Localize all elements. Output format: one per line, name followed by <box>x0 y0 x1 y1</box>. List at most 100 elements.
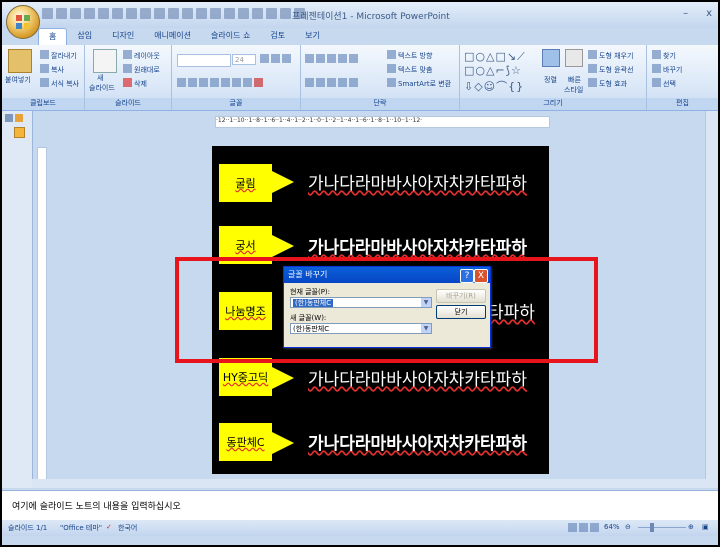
indent-icon[interactable] <box>168 8 179 19</box>
slide-thumb-icon[interactable] <box>14 127 25 138</box>
shapes-gallery[interactable]: □○△□↘⟋ <box>464 50 526 64</box>
cut-button[interactable]: 잘라내기 <box>40 50 77 61</box>
spellcheck-icon[interactable]: ✓ <box>106 523 112 531</box>
dialog-help-button[interactable]: ? <box>460 269 474 283</box>
font-color-icon[interactable] <box>252 8 263 19</box>
arrange-button[interactable]: 정렬 <box>544 75 557 85</box>
tab-view[interactable]: 보기 <box>295 28 330 46</box>
quick-styles-label-2[interactable]: 스타일 <box>564 85 583 95</box>
font-sample-5[interactable]: 가나다라마바사아자차카타파하 <box>308 429 527 454</box>
spacing-icon[interactable] <box>266 8 277 19</box>
new-font-select[interactable]: (한)동판체C ▼ <box>290 323 432 334</box>
save-icon[interactable] <box>42 8 53 19</box>
font-label-box-4[interactable]: HY중고딕 <box>219 358 272 396</box>
font-sample-2[interactable]: 가나다라마바사아자차카타파하 <box>308 233 527 258</box>
new-slide-label-2[interactable]: 슬라이드 <box>89 83 115 93</box>
slide-counter: 슬라이드 1/1 <box>8 524 48 532</box>
tab-design[interactable]: 디자인 <box>102 28 144 46</box>
columns-icon <box>349 78 358 87</box>
tab-animations[interactable]: 애니메이션 <box>144 28 201 46</box>
align-right-icon[interactable] <box>126 8 137 19</box>
grow-font-icon[interactable] <box>260 54 293 64</box>
font-label-box-5[interactable]: 동판체C <box>219 423 272 461</box>
minimize-button[interactable]: – <box>683 8 688 19</box>
office-button[interactable] <box>6 5 40 39</box>
select-button[interactable]: 선택 <box>652 78 676 89</box>
bold-icon[interactable] <box>84 8 95 19</box>
fill-icon[interactable] <box>238 8 249 19</box>
shape-outline-button[interactable]: 도형 윤곽선 <box>588 64 633 75</box>
close-button[interactable]: x <box>706 8 712 19</box>
copy-button[interactable]: 복사 <box>40 64 64 75</box>
quick-styles-label-1[interactable]: 빠른 <box>568 75 581 85</box>
tab-slide-show[interactable]: 슬라이드 쇼 <box>201 28 260 46</box>
vertical-scrollbar[interactable] <box>705 111 718 488</box>
delete-button[interactable]: 삭제 <box>123 78 147 89</box>
paste-icon[interactable] <box>8 49 32 73</box>
smartart-button[interactable]: SmartArt로 변환 <box>387 78 451 89</box>
chevron-down-icon[interactable]: ▼ <box>421 324 431 333</box>
reset-button[interactable]: 원래대로 <box>123 64 160 75</box>
align-buttons[interactable] <box>305 78 360 88</box>
zoom-slider[interactable] <box>638 527 686 528</box>
brush-icon <box>40 78 49 87</box>
replace-font-button[interactable]: 바꾸기(R) <box>436 289 486 303</box>
align-center-icon[interactable] <box>112 8 123 19</box>
new-slide-icon[interactable] <box>93 49 117 73</box>
shapes-gallery-row2[interactable]: □○△⌐⟆☆ <box>464 64 522 77</box>
tab-insert[interactable]: 삽입 <box>67 28 102 46</box>
text-direction-icon <box>387 50 396 59</box>
tab-review[interactable]: 검토 <box>260 28 295 46</box>
find-button[interactable]: 찾기 <box>652 50 676 61</box>
fit-window-icon[interactable]: ▣ <box>702 523 709 531</box>
line-icon[interactable] <box>210 8 221 19</box>
align-left-icon[interactable] <box>98 8 109 19</box>
layout-button[interactable]: 레이아웃 <box>123 50 160 61</box>
redo-icon[interactable] <box>70 8 81 19</box>
list-buttons[interactable] <box>305 54 360 64</box>
undo-icon[interactable] <box>56 8 67 19</box>
quick-styles-icon[interactable] <box>565 49 583 67</box>
zoom-level[interactable]: 64% <box>604 523 620 531</box>
shapes-gallery-row3[interactable]: ⇩◇☺⌒{} <box>464 78 524 94</box>
numbering-icon[interactable] <box>154 8 165 19</box>
horizontal-scrollbar[interactable] <box>32 479 718 488</box>
format-painter-button[interactable]: 서식 복사 <box>40 78 79 89</box>
font-sample-4[interactable]: 가나다라마바사아자차카타파하 <box>308 365 527 390</box>
bullets-icon[interactable] <box>140 8 151 19</box>
notes-pane[interactable]: 여기에 슬라이드 노트의 내용을 입력하십시오 <box>2 490 718 521</box>
text-direction-button[interactable]: 텍스트 방향 <box>387 50 432 61</box>
font-label-box-1[interactable]: 굴림 <box>219 164 272 202</box>
font-format-buttons[interactable] <box>177 78 265 88</box>
dialog-close-action-button[interactable]: 닫기 <box>436 305 486 319</box>
font-size-dropdown[interactable]: 24 <box>232 54 256 65</box>
zoom-out-icon[interactable]: ⊖ <box>625 523 631 531</box>
shape-effects-button[interactable]: 도형 효과 <box>588 78 627 89</box>
replace-button[interactable]: 바꾸기 <box>652 64 682 75</box>
paste-button[interactable]: 붙여넣기 <box>5 75 31 85</box>
new-slide-label-1[interactable]: 새 <box>97 73 103 83</box>
text-box-icon[interactable] <box>196 8 207 19</box>
shape-fill-button[interactable]: 도형 채우기 <box>588 50 633 61</box>
group-clipboard: 붙여넣기 잘라내기 복사 서식 복사 클립보드 <box>2 45 85 110</box>
font-name-dropdown[interactable] <box>177 54 231 67</box>
slide-thumbnail-pane[interactable] <box>2 111 33 488</box>
shapes-icon[interactable] <box>182 8 193 19</box>
zoom-slider-thumb[interactable] <box>650 523 654 532</box>
font-sample-1[interactable]: 가나다라마바사아자차카타파하 <box>308 169 527 194</box>
effects-icon[interactable] <box>280 8 291 19</box>
tab-home[interactable]: 홈 <box>38 28 68 46</box>
outline-tab-icon[interactable] <box>5 114 13 122</box>
slides-tab-icon[interactable] <box>15 114 23 122</box>
justify-icon <box>338 78 347 87</box>
picture-icon[interactable] <box>224 8 235 19</box>
notes-placeholder[interactable]: 여기에 슬라이드 노트의 내용을 입력하십시오 <box>12 499 181 512</box>
align-text-button[interactable]: 텍스트 맞춤 <box>387 64 432 75</box>
arrange-icon[interactable] <box>542 49 560 67</box>
current-font-select[interactable]: (한)동판체C ▼ <box>290 297 432 308</box>
zoom-in-icon[interactable]: ⊕ <box>688 523 694 531</box>
language-indicator[interactable]: 한국어 <box>118 523 137 533</box>
view-buttons[interactable] <box>568 523 601 533</box>
chevron-down-icon[interactable]: ▼ <box>421 298 431 307</box>
dialog-close-button[interactable]: X <box>474 269 488 283</box>
